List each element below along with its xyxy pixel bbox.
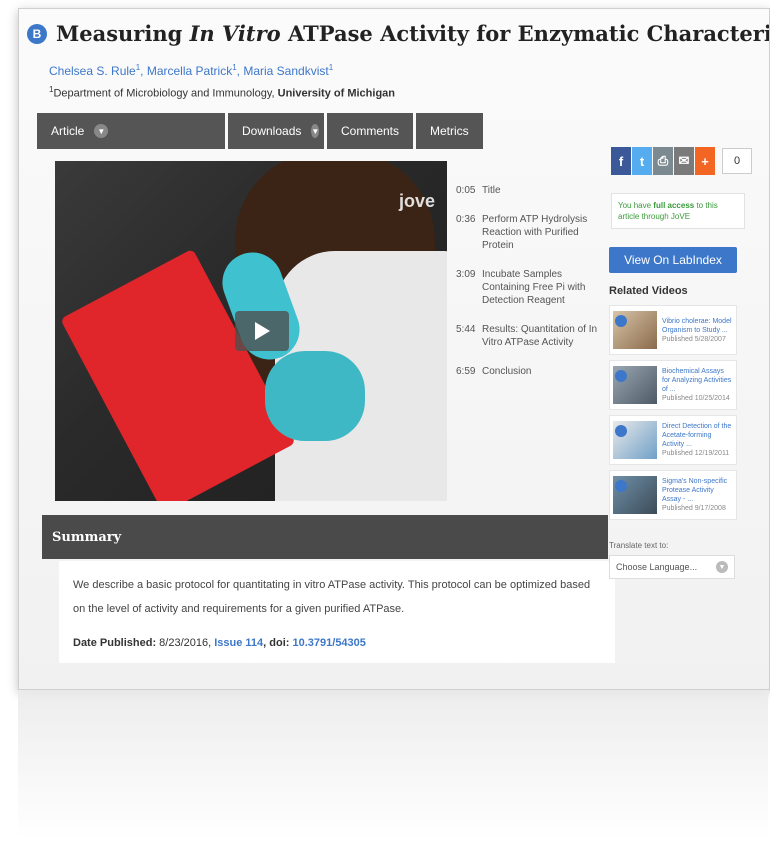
summary-text: We describe a basic protocol for quantit… (73, 579, 591, 615)
author-link[interactable]: Chelsea S. Rule1 (49, 63, 140, 78)
doi-link[interactable]: 10.3791/54305 (293, 637, 366, 649)
video-thumbnail (613, 311, 657, 349)
video-player[interactable]: jove (55, 161, 447, 501)
author-link[interactable]: Marcella Patrick1 (147, 63, 237, 78)
issue-link[interactable]: Issue 114 (214, 637, 263, 649)
facebook-icon[interactable]: f (611, 147, 631, 175)
author-link[interactable]: Maria Sandkvist1 (243, 63, 333, 78)
article-title: Measuring In Vitro ATPase Activity for E… (56, 21, 770, 46)
view-on-labindex-button[interactable]: View On LabIndex (609, 247, 737, 273)
twitter-icon[interactable]: t (632, 147, 652, 175)
publication-info: Date Published: 8/23/2016, Issue 114, do… (73, 637, 366, 649)
title-row: B Measuring In Vitro ATPase Activity for… (27, 21, 770, 46)
article-card: B Measuring In Vitro ATPase Activity for… (18, 8, 770, 690)
plus-icon[interactable]: + (695, 147, 715, 175)
tab-downloads[interactable]: Downloads ▼ (228, 113, 324, 149)
play-icon (615, 370, 627, 382)
play-icon (615, 425, 627, 437)
related-video-item[interactable]: Vibrio cholerae: Model Organism to Study… (609, 305, 737, 355)
translate-label: Translate text to: (609, 541, 669, 550)
print-icon[interactable]: ⎙ (653, 147, 673, 175)
video-chapters: 0:05 Title 0:36 Perform ATP Hydrolysis Rea… (456, 184, 606, 394)
chevron-down-icon: ▼ (94, 124, 109, 138)
tab-article[interactable]: Article ▼ (37, 113, 225, 149)
related-video-item[interactable]: Sigma's Non-specific Protease Activity A… (609, 470, 737, 520)
language-select[interactable]: Choose Language... ▼ (609, 555, 735, 579)
chapter-item[interactable]: 0:05 Title (456, 184, 606, 197)
author-list: Chelsea S. Rule1, Marcella Patrick1, Mar… (49, 63, 334, 78)
share-count: 0 (722, 148, 752, 174)
email-icon[interactable]: ✉ (674, 147, 694, 175)
summary-heading: Summary (42, 515, 608, 559)
summary-body: We describe a basic protocol for quantit… (59, 561, 615, 663)
social-share-bar: f t ⎙ ✉ + 0 (611, 147, 752, 175)
jove-logo: jove (398, 191, 435, 211)
related-videos-list: Vibrio cholerae: Model Organism to Study… (609, 305, 737, 525)
card-reflection (18, 690, 768, 840)
tab-comments[interactable]: Comments (327, 113, 414, 149)
play-icon (615, 315, 627, 327)
chapter-item[interactable]: 6:59 Conclusion (456, 365, 606, 378)
chapter-item[interactable]: 0:36 Perform ATP Hydrolysis Reaction with… (456, 213, 606, 252)
related-videos-heading: Related Videos (609, 285, 688, 297)
play-icon (615, 480, 627, 492)
video-thumbnail (613, 366, 657, 404)
related-video-item[interactable]: Direct Detection of the Acetate-forming … (609, 415, 737, 465)
chevron-down-icon: ▼ (716, 561, 728, 573)
section-badge[interactable]: B (27, 23, 47, 44)
chapter-item[interactable]: 5:44 Results: Quantitation of In Vitro AT… (456, 323, 606, 349)
article-tabs: Article ▼ Downloads ▼ Comments Metrics (37, 113, 486, 149)
play-button[interactable] (235, 311, 289, 351)
video-thumbnail (613, 476, 657, 514)
tab-metrics[interactable]: Metrics (416, 113, 483, 149)
related-video-item[interactable]: Biochemical Assays for Analyzing Activit… (609, 360, 737, 410)
chapter-item[interactable]: 3:09 Incubate Samples Containing Free Pi … (456, 268, 606, 307)
play-icon (255, 322, 270, 340)
affiliation: 1Department of Microbiology and Immunolo… (49, 85, 395, 100)
chevron-down-icon: ▼ (311, 124, 320, 138)
reflection-content (18, 690, 768, 710)
video-scene-glove (265, 351, 365, 441)
video-thumbnail (613, 421, 657, 459)
access-notice: You have full access to this article thr… (611, 193, 745, 229)
